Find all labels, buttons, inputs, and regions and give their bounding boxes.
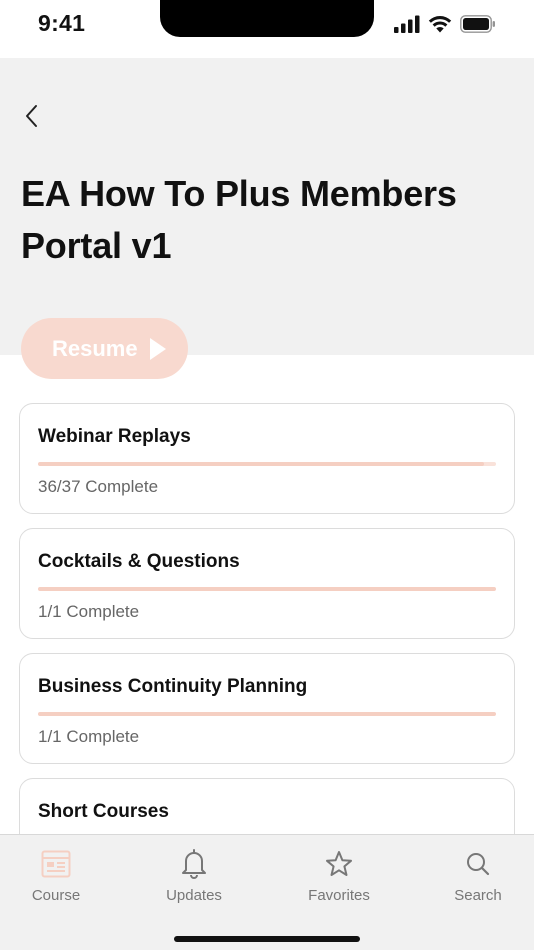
course-progress-fill	[38, 462, 484, 466]
status-bar: 9:41	[0, 0, 534, 58]
page-title: EA How To Plus Members Portal v1	[21, 173, 457, 266]
device-notch	[160, 0, 374, 37]
course-status: 1/1 Complete	[38, 602, 140, 621]
tab-search[interactable]: Search	[423, 847, 533, 904]
tab-favorites[interactable]: Favorites	[284, 847, 394, 904]
back-button[interactable]	[18, 102, 46, 130]
course-card[interactable]: Business Continuity Planning 1/1 Complet…	[19, 653, 515, 764]
chevron-left-icon	[26, 105, 37, 127]
tab-label: Search	[454, 887, 502, 904]
tab-updates[interactable]: Updates	[139, 847, 249, 904]
course-card[interactable]: Webinar Replays 36/37 Complete	[19, 403, 515, 514]
course-progress-bar	[38, 587, 496, 591]
tab-label: Course	[31, 887, 81, 904]
resume-button[interactable]: Resume	[21, 318, 188, 379]
search-icon	[467, 853, 490, 876]
course-title: Cocktails & Questions	[38, 551, 240, 572]
tab-bar: Course Updates Favorites Search	[0, 834, 534, 950]
course-progress-bar	[38, 712, 496, 716]
status-time: 9:41	[38, 10, 86, 36]
home-indicator	[174, 936, 360, 942]
star-icon	[326, 851, 352, 876]
course-progress-fill	[38, 712, 496, 716]
resume-label: Resume	[52, 335, 138, 361]
tab-course[interactable]: Course	[1, 847, 111, 904]
tab-label: Favorites	[308, 887, 370, 904]
battery-icon	[460, 15, 495, 33]
course-list: Webinar Replays 36/37 Complete Cocktails…	[19, 403, 515, 903]
course-progress-bar	[38, 462, 496, 466]
course-card[interactable]: Cocktails & Questions 1/1 Complete	[19, 528, 515, 639]
play-icon	[149, 337, 166, 360]
course-progress-fill	[38, 587, 496, 591]
course-status: 1/1 Complete	[38, 727, 140, 746]
course-title: Webinar Replays	[38, 426, 191, 447]
cellular-signal-icon	[394, 15, 420, 33]
bell-icon	[182, 849, 206, 879]
tab-label: Updates	[166, 887, 222, 904]
status-icons	[394, 15, 496, 33]
course-status: 36/37 Complete	[38, 477, 159, 496]
wifi-icon	[428, 16, 452, 33]
course-title: Short Courses	[38, 801, 169, 822]
course-title: Business Continuity Planning	[38, 676, 308, 697]
course-icon	[41, 850, 71, 878]
